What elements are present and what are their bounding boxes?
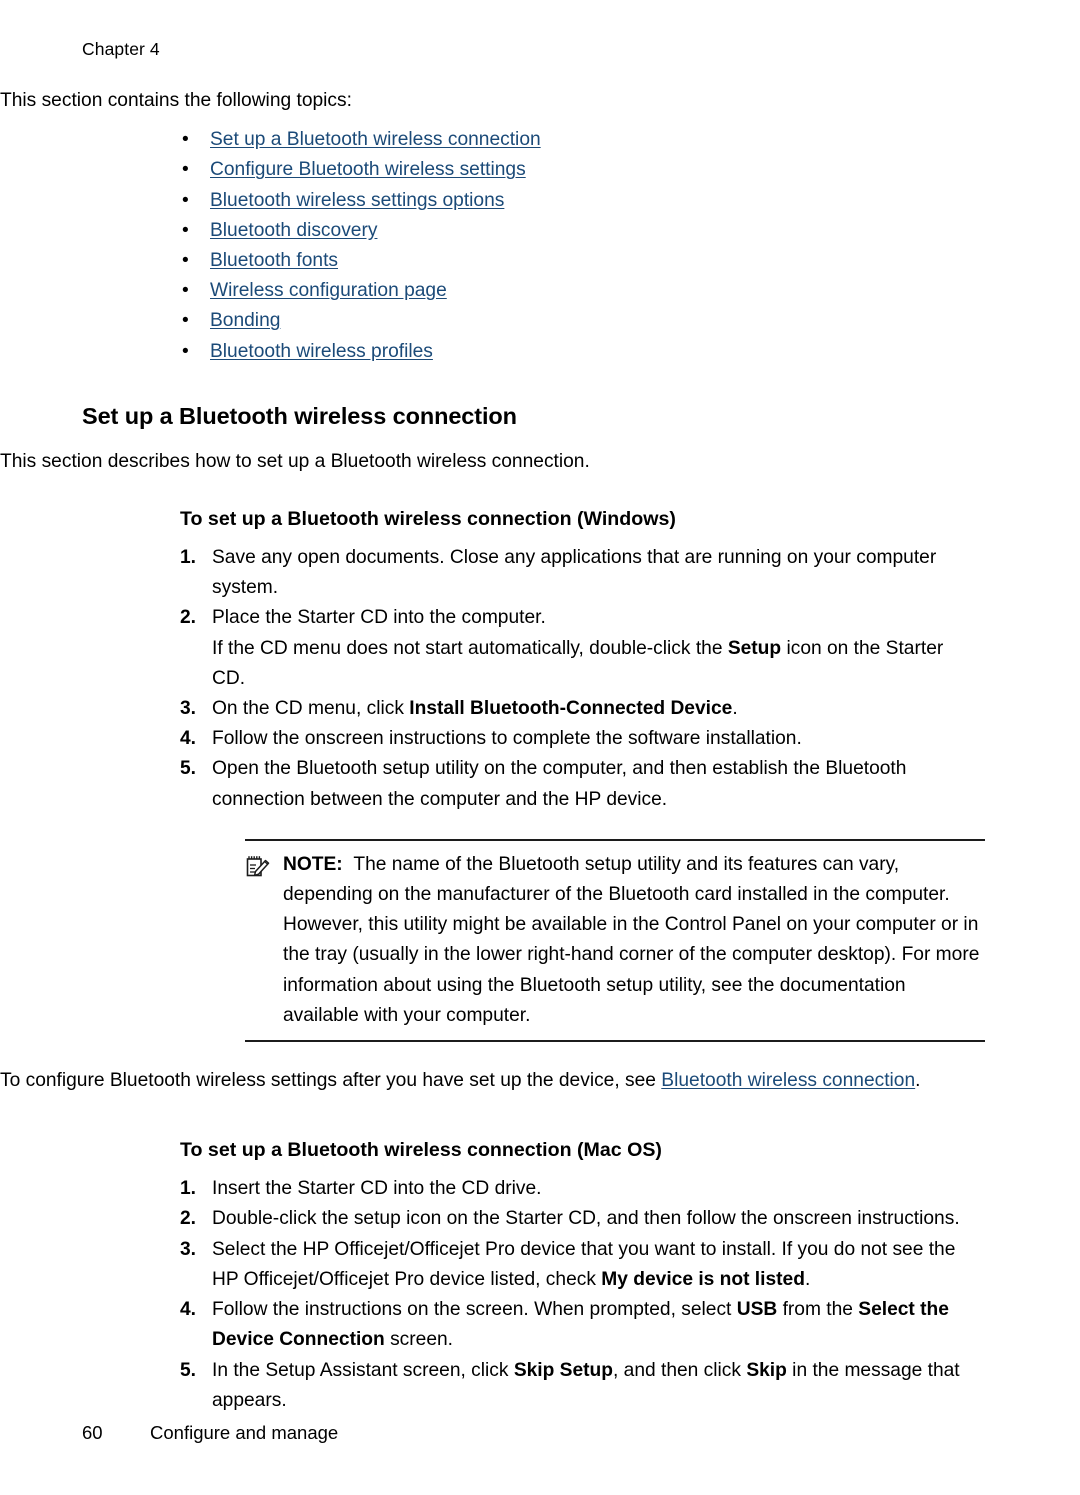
list-item: • Bluetooth fonts — [180, 246, 1080, 276]
page-footer: 60 Configure and manage — [82, 1421, 982, 1445]
bullet-icon: • — [182, 280, 189, 302]
topic-link-configure-bluetooth-wireless-settings[interactable]: Configure Bluetooth wireless settings — [210, 159, 526, 180]
step-number: 3. — [180, 1238, 197, 1260]
step-text-part: On the CD menu, click — [212, 698, 410, 720]
bullet-icon: • — [182, 310, 189, 332]
step-text-part: , and then click — [612, 1359, 747, 1381]
step-text: Follow the onscreen instructions to comp… — [212, 728, 802, 750]
document-page: Chapter 4 This section contains the foll… — [0, 0, 1080, 1495]
step-number: 1. — [180, 547, 197, 569]
step-text: Open the Bluetooth setup utility on the … — [212, 758, 907, 810]
step-number: 3. — [180, 698, 197, 720]
footer-section-name: Configure and manage — [150, 1422, 339, 1443]
step-text-part: screen. — [384, 1329, 453, 1351]
reference-text-after: . — [915, 1070, 921, 1092]
step-number: 1. — [180, 1178, 197, 1200]
note-bottom-rule — [245, 1040, 985, 1043]
list-item: • Bonding — [180, 306, 1080, 336]
bullet-icon: • — [182, 189, 189, 211]
step-item-1: 1. Save any open documents. Close any ap… — [180, 543, 968, 603]
step-bold-run: Skip — [746, 1359, 787, 1381]
list-item: • Configure Bluetooth wireless settings — [180, 155, 1080, 185]
windows-procedure-heading: To set up a Bluetooth wireless connectio… — [180, 508, 676, 531]
inline-link-bluetooth-wireless-connection[interactable]: Bluetooth wireless connection — [661, 1070, 915, 1091]
list-item: • Bluetooth discovery — [180, 216, 1080, 246]
step-bold-run: My device is not listed — [601, 1268, 805, 1290]
bullet-icon: • — [182, 219, 189, 241]
step-number: 4. — [180, 728, 197, 750]
step-number: 4. — [180, 1299, 197, 1321]
footer-page-number: 60 — [82, 1422, 103, 1443]
bullet-icon: • — [182, 340, 189, 362]
step-bold-run: Skip Setup — [513, 1359, 613, 1381]
windows-steps-list: 1. Save any open documents. Close any ap… — [0, 543, 1080, 815]
step-text: Save any open documents. Close any appli… — [212, 547, 937, 599]
intro-lead-text: This section contains the following topi… — [0, 90, 352, 111]
list-item: • Bluetooth wireless profiles — [180, 337, 1080, 367]
step-text-part: . — [804, 1268, 811, 1290]
step-bold-run: USB — [736, 1299, 778, 1321]
topic-link-bluetooth-wireless-settings-options[interactable]: Bluetooth wireless settings options — [210, 190, 504, 211]
step-text-part: In the Setup Assistant screen, click — [212, 1359, 514, 1381]
page-content: This section contains the following topi… — [0, 86, 1080, 1416]
step-item-3: 3. Select the HP Officejet/Officejet Pro… — [180, 1235, 968, 1295]
reference-text-before: To configure Bluetooth wireless settings… — [0, 1070, 662, 1092]
step-item-4: 4. Follow the instructions on the screen… — [180, 1295, 968, 1355]
step-continuation: If the CD menu does not start automatica… — [212, 634, 968, 694]
bullet-icon: • — [182, 129, 189, 151]
list-item: • Bluetooth wireless settings options — [180, 186, 1080, 216]
step-text-part: If the CD menu does not start automatica… — [212, 637, 728, 659]
step-item-5: 5. In the Setup Assistant screen, click … — [180, 1356, 968, 1416]
step-number: 2. — [180, 607, 197, 629]
section-intro-text: This section describes how to set up a B… — [0, 450, 590, 472]
note-label: NOTE: — [283, 853, 343, 875]
step-item-4: 4. Follow the onscreen instructions to c… — [180, 724, 968, 754]
list-item: • Set up a Bluetooth wireless connection — [180, 125, 1080, 155]
step-bold-run: Install Bluetooth-Connected Device — [409, 698, 733, 720]
step-text: Double-click the setup icon on the Start… — [212, 1208, 960, 1230]
topic-link-bluetooth-wireless-profiles[interactable]: Bluetooth wireless profiles — [210, 341, 433, 362]
list-item: • Wireless configuration page — [180, 276, 1080, 306]
configure-reference-text: To configure Bluetooth wireless settings… — [0, 1066, 1080, 1096]
step-text: Insert the Starter CD into the CD drive. — [212, 1178, 542, 1200]
mac-procedure-heading: To set up a Bluetooth wireless connectio… — [180, 1139, 662, 1162]
note-body-text: The name of the Bluetooth setup utility … — [283, 853, 980, 1026]
step-item-3: 3. On the CD menu, click Install Bluetoo… — [180, 694, 968, 724]
bullet-icon: • — [182, 159, 189, 181]
topic-link-wireless-configuration-page[interactable]: Wireless configuration page — [210, 280, 447, 301]
topic-link-bluetooth-fonts[interactable]: Bluetooth fonts — [210, 250, 338, 271]
bullet-icon: • — [182, 250, 189, 272]
note-pad-pencil-icon — [245, 853, 271, 879]
step-number: 5. — [180, 1359, 197, 1381]
step-item-5: 5. Open the Bluetooth setup utility on t… — [180, 754, 968, 814]
step-number: 5. — [180, 758, 197, 780]
note-content: NOTE: The name of the Bluetooth setup ut… — [245, 841, 985, 1040]
note-callout: NOTE: The name of the Bluetooth setup ut… — [245, 838, 985, 1043]
topic-link-bluetooth-discovery[interactable]: Bluetooth discovery — [210, 220, 377, 241]
section-heading: Set up a Bluetooth wireless connection — [82, 402, 517, 429]
step-item-2: 2. Double-click the setup icon on the St… — [180, 1204, 968, 1234]
note-body: NOTE: The name of the Bluetooth setup ut… — [283, 850, 985, 1031]
topic-link-bonding[interactable]: Bonding — [210, 310, 280, 331]
step-number: 2. — [180, 1208, 197, 1230]
step-text-part: Select the HP Officejet/Officejet Pro de… — [212, 1238, 956, 1290]
step-text: Place the Starter CD into the computer. — [212, 607, 546, 629]
step-bold-run: Setup — [727, 637, 782, 659]
step-item-2: 2. Place the Starter CD into the compute… — [180, 603, 968, 694]
step-text-part: Follow the instructions on the screen. W… — [212, 1299, 737, 1321]
step-item-1: 1. Insert the Starter CD into the CD dri… — [180, 1174, 968, 1204]
mac-steps-list: 1. Insert the Starter CD into the CD dri… — [0, 1174, 1080, 1416]
chapter-header: Chapter 4 — [82, 39, 160, 59]
step-text-part: from the — [777, 1299, 859, 1321]
topic-link-list: • Set up a Bluetooth wireless connection… — [0, 125, 1080, 367]
topic-link-set-up-a-bluetooth-wireless-connection[interactable]: Set up a Bluetooth wireless connection — [210, 129, 541, 150]
step-text-part: . — [732, 698, 738, 720]
